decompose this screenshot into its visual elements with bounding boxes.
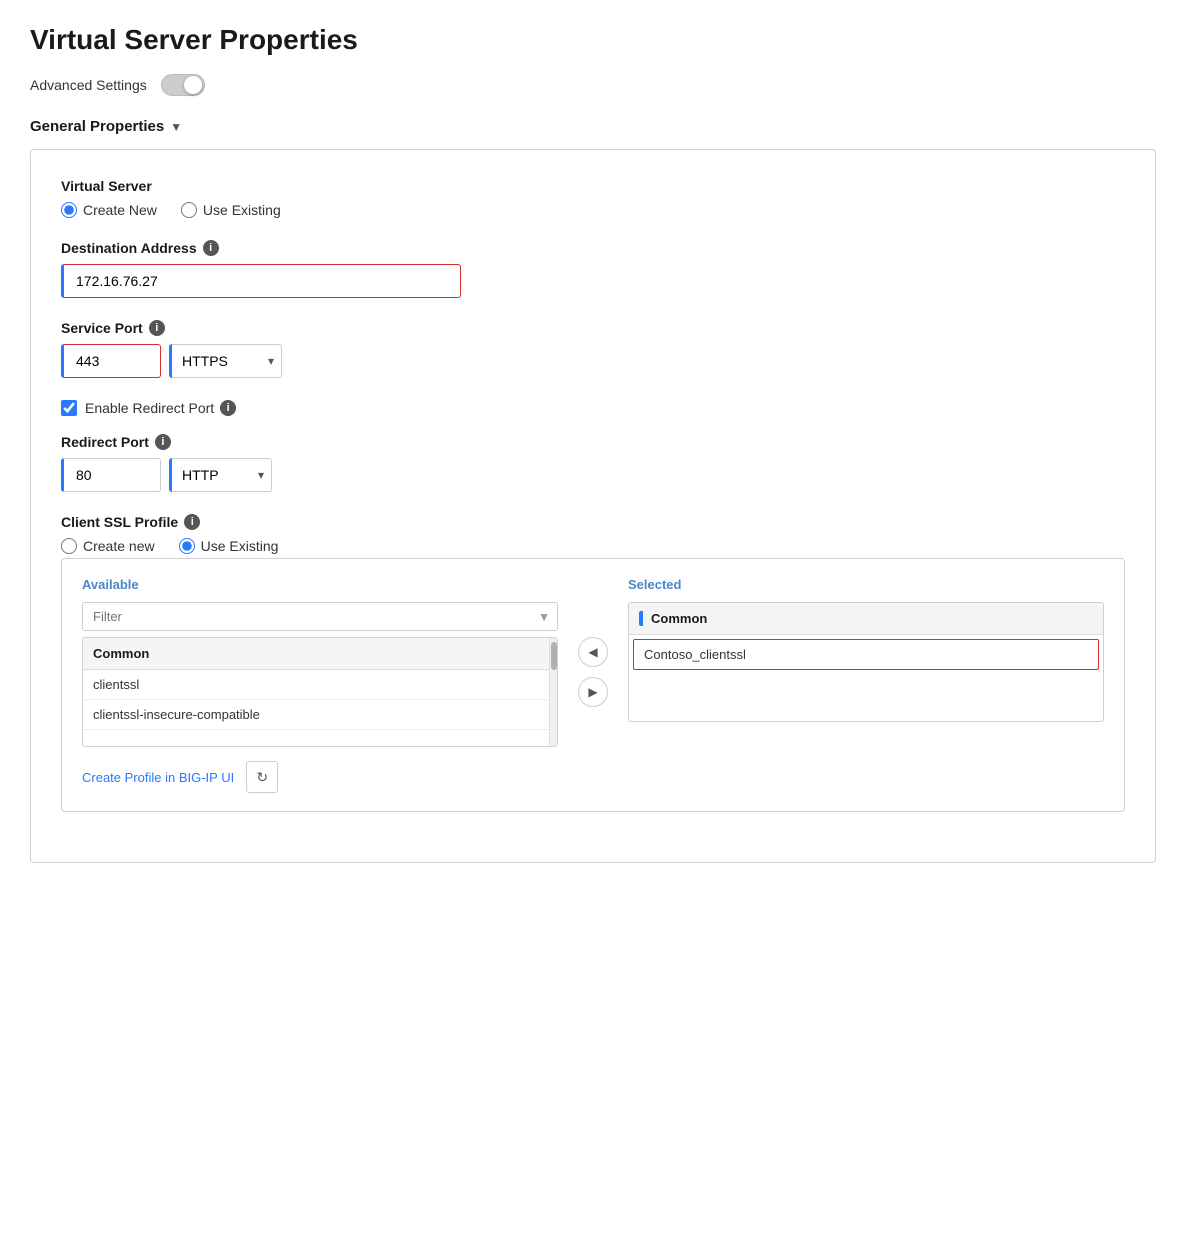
ssl-columns: Available ▼ Common clientssl clientssl-i… (82, 577, 1104, 747)
redirect-protocol-wrapper: HTTP HTTPS (169, 458, 272, 492)
selected-column-title: Selected (628, 577, 1104, 592)
available-column: Available ▼ Common clientssl clientssl-i… (82, 577, 558, 747)
destination-address-input[interactable] (61, 264, 461, 298)
ssl-footer: Create Profile in BIG-IP UI ↻ (82, 761, 1104, 793)
advanced-settings-toggle[interactable] (161, 74, 205, 96)
redirect-port-info-icon[interactable]: i (220, 400, 236, 416)
available-item-clientssl-insecure[interactable]: clientssl-insecure-compatible (83, 700, 557, 730)
enable-redirect-port-label[interactable]: Enable Redirect Port i (85, 400, 236, 416)
ssl-create-new-radio-option[interactable]: Create new (61, 538, 155, 554)
redirect-port-field-info-icon[interactable]: i (155, 434, 171, 450)
refresh-button[interactable]: ↻ (246, 761, 278, 793)
advanced-settings-row: Advanced Settings (30, 74, 1156, 96)
filter-wrapper: ▼ (82, 602, 558, 631)
port-input-wrapper (61, 344, 161, 378)
service-port-info-icon[interactable]: i (149, 320, 165, 336)
enable-redirect-port-row: Enable Redirect Port i (61, 400, 1125, 416)
selected-list-box: Common Contoso_clientssl (628, 602, 1104, 722)
create-profile-link[interactable]: Create Profile in BIG-IP UI (82, 770, 234, 785)
selected-group-header: Common (629, 603, 1103, 635)
destination-address-info-icon[interactable]: i (203, 240, 219, 256)
transfer-right-button[interactable]: ▶ (578, 677, 608, 707)
selected-group-header-label: Common (651, 611, 707, 626)
redirect-protocol-select[interactable]: HTTP HTTPS (172, 458, 272, 492)
scroll-thumb (551, 642, 557, 670)
protocol-select[interactable]: HTTPS HTTP FTP SMTP (172, 344, 282, 378)
ssl-use-existing-radio-option[interactable]: Use Existing (179, 538, 279, 554)
refresh-icon: ↻ (256, 769, 268, 786)
protocol-select-wrapper: HTTPS HTTP FTP SMTP (169, 344, 282, 378)
virtual-server-group: Virtual Server Create New Use Existing (61, 178, 1125, 218)
virtual-server-radio-group: Create New Use Existing (61, 202, 1125, 218)
advanced-settings-label: Advanced Settings (30, 77, 147, 93)
ssl-use-existing-label: Use Existing (201, 538, 279, 554)
ssl-use-existing-radio[interactable] (179, 538, 195, 554)
enable-redirect-port-checkbox[interactable] (61, 400, 77, 416)
use-existing-radio-label: Use Existing (203, 202, 281, 218)
selected-item-contoso[interactable]: Contoso_clientssl (633, 639, 1099, 670)
create-new-radio-label: Create New (83, 202, 157, 218)
use-existing-radio[interactable] (181, 202, 197, 218)
general-properties-section[interactable]: General Properties ▼ (30, 118, 1156, 135)
transfer-left-button[interactable]: ◀ (578, 637, 608, 667)
create-new-radio-option[interactable]: Create New (61, 202, 157, 218)
destination-address-label: Destination Address i (61, 240, 1125, 256)
ssl-dual-list-section: Available ▼ Common clientssl clientssl-i… (61, 558, 1125, 812)
redirect-port-group: Redirect Port i HTTP HTTPS (61, 434, 1125, 492)
service-port-label: Service Port i (61, 320, 1125, 336)
redirect-port-input-wrapper (61, 458, 161, 492)
create-new-radio[interactable] (61, 202, 77, 218)
general-properties-label: General Properties (30, 118, 164, 135)
client-ssl-radio-group: Create new Use Existing (61, 538, 1125, 554)
chevron-down-icon: ▼ (170, 120, 182, 134)
available-group-header[interactable]: Common (83, 638, 557, 670)
available-item-clientssl[interactable]: clientssl (83, 670, 557, 700)
service-port-group: Service Port i HTTPS HTTP FTP SMTP (61, 320, 1125, 378)
ssl-create-new-radio[interactable] (61, 538, 77, 554)
redirect-port-input[interactable] (61, 458, 161, 492)
scroll-track (549, 638, 557, 746)
ssl-create-new-label: Create new (83, 538, 155, 554)
virtual-server-label: Virtual Server (61, 178, 1125, 194)
service-port-input[interactable] (61, 344, 161, 378)
destination-address-wrapper (61, 264, 461, 298)
page-title: Virtual Server Properties (30, 24, 1156, 56)
use-existing-radio-option[interactable]: Use Existing (181, 202, 281, 218)
service-port-row: HTTPS HTTP FTP SMTP (61, 344, 1125, 378)
destination-address-group: Destination Address i (61, 240, 1125, 298)
available-column-title: Available (82, 577, 558, 592)
client-ssl-profile-label: Client SSL Profile i (61, 514, 1125, 530)
filter-input[interactable] (82, 602, 558, 631)
transfer-buttons-col: ◀ ▶ (578, 577, 608, 707)
redirect-port-label: Redirect Port i (61, 434, 1125, 450)
selected-column: Selected Common Contoso_clientssl (628, 577, 1104, 722)
available-list-box: Common clientssl clientssl-insecure-comp… (82, 637, 558, 747)
properties-card: Virtual Server Create New Use Existing D… (30, 149, 1156, 863)
blue-bar (639, 611, 643, 626)
client-ssl-info-icon[interactable]: i (184, 514, 200, 530)
client-ssl-profile-group: Client SSL Profile i Create new Use Exis… (61, 514, 1125, 812)
redirect-port-row: HTTP HTTPS (61, 458, 1125, 492)
available-group-header-label: Common (93, 646, 149, 661)
